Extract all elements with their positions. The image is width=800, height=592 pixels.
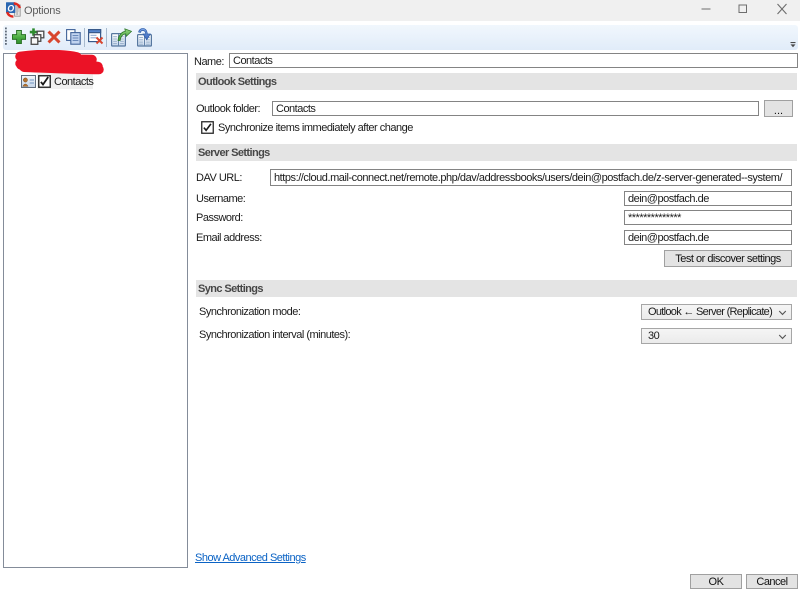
svg-text:O: O bbox=[7, 3, 14, 13]
